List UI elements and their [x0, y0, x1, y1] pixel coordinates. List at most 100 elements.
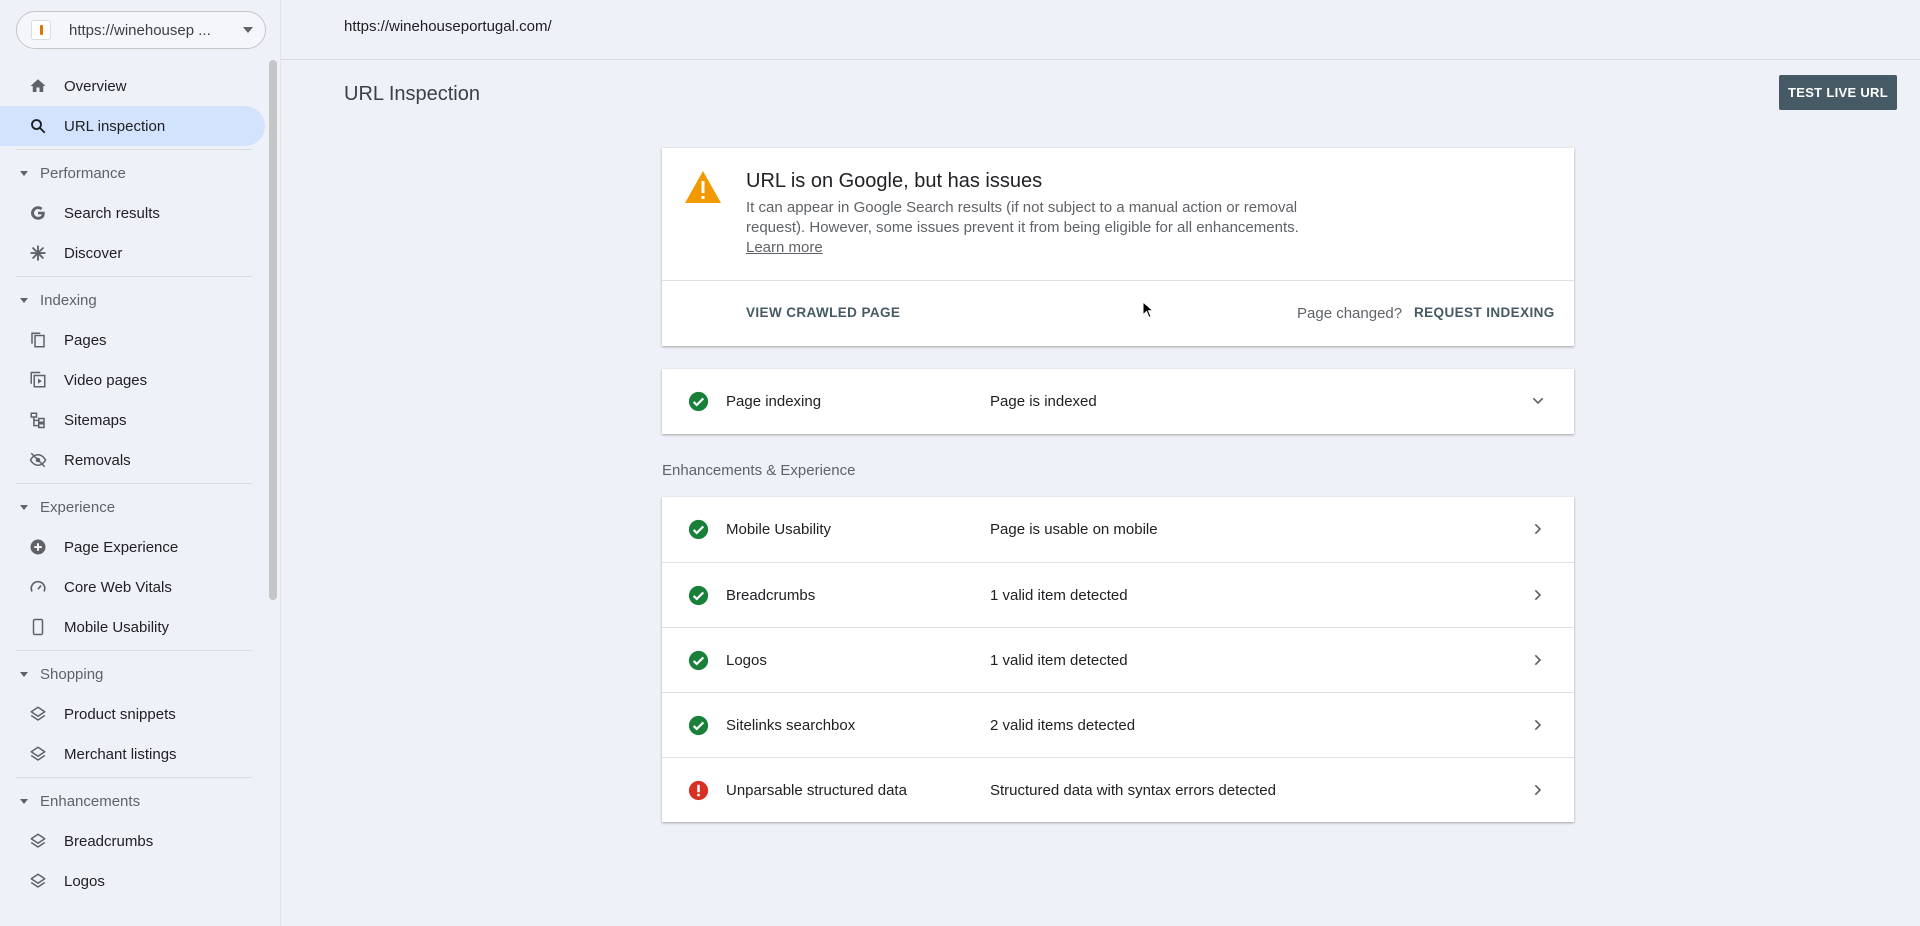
sidebar-item-merchant-listings[interactable]: Merchant listings: [0, 734, 265, 774]
check-circle-icon: [688, 715, 709, 736]
sidebar-section-performance[interactable]: Performance: [0, 153, 265, 193]
section-title: Performance: [40, 164, 126, 182]
divider: [16, 650, 252, 651]
caret-down-icon: [20, 798, 28, 804]
row-label: Page indexing: [726, 393, 822, 410]
warning-icon: [685, 171, 721, 203]
sidebar-item-label: Breadcrumbs: [64, 832, 154, 850]
sidebar-item-removals[interactable]: Removals: [0, 440, 265, 480]
mouse-cursor-icon: [1142, 301, 1154, 319]
search-icon: [28, 116, 48, 136]
view-crawled-page-button[interactable]: VIEW CRAWLED PAGE: [746, 305, 900, 320]
sidebar-item-url-inspection[interactable]: URL inspection: [0, 106, 265, 146]
home-icon: [28, 76, 48, 96]
learn-more-link[interactable]: Learn more: [746, 239, 823, 256]
sidebar-section-shopping[interactable]: Shopping: [0, 654, 265, 694]
row-label: Breadcrumbs: [726, 586, 816, 604]
gauge-icon: [28, 577, 48, 597]
sidebar-item-label: Removals: [64, 451, 131, 469]
caret-down-icon: [20, 671, 28, 677]
property-label: https://winehousep ...: [69, 21, 211, 39]
section-title: Shopping: [40, 665, 104, 683]
sidebar-item-core-web-vitals[interactable]: Core Web Vitals: [0, 567, 265, 607]
row-value: Page is usable on mobile: [990, 521, 1158, 538]
enhancement-row-breadcrumbs[interactable]: Breadcrumbs 1 valid item detected: [662, 562, 1574, 627]
row-value: 2 valid items detected: [990, 716, 1136, 734]
page-changed-label: Page changed?: [1297, 305, 1403, 322]
caret-down-icon: [20, 170, 28, 176]
sidebar-item-search-results[interactable]: Search results: [0, 193, 265, 233]
sidebar-item-label: URL inspection: [64, 117, 166, 135]
sidebar-item-product-snippets[interactable]: Product snippets: [0, 694, 265, 734]
chevron-down-icon[interactable]: [1530, 393, 1546, 409]
sidebar-item-label: Logos: [64, 872, 105, 890]
error-circle-icon: [688, 780, 709, 801]
caret-down-icon: [20, 297, 28, 303]
video-pages-icon: [28, 370, 48, 390]
sidebar-item-mobile-usability[interactable]: Mobile Usability: [0, 607, 265, 647]
sidebar-item-video-pages[interactable]: Video pages: [0, 360, 265, 400]
chevron-right-icon[interactable]: [1530, 587, 1546, 603]
divider: [16, 483, 252, 484]
sidebar-scrollbar[interactable]: [269, 60, 277, 600]
sidebar-item-breadcrumbs[interactable]: Breadcrumbs: [0, 821, 265, 861]
sidebar-item-label: Page Experience: [64, 538, 179, 556]
phone-icon: [28, 617, 48, 637]
caret-down-icon: [20, 504, 28, 510]
property-favicon-icon: [31, 20, 51, 40]
url-bar: https://winehouseportugal.com/: [281, 0, 1920, 60]
property-selector[interactable]: https://winehousep ...: [16, 11, 266, 49]
row-value: Structured data with syntax errors detec…: [990, 781, 1276, 799]
request-indexing-button[interactable]: REQUEST INDEXING: [1414, 305, 1555, 320]
caret-down-icon: [243, 27, 253, 33]
sidebar-item-label: Discover: [64, 244, 123, 262]
sidebar-item-label: Mobile Usability: [64, 618, 170, 636]
enhancement-row-sitelinks-searchbox[interactable]: Sitelinks searchbox 2 valid items detect…: [662, 692, 1574, 757]
google-g-icon: [28, 203, 48, 223]
layers-icon: [28, 831, 48, 851]
eye-off-icon: [28, 450, 48, 470]
sidebar-item-label: Core Web Vitals: [64, 578, 172, 596]
enhancement-row-logos[interactable]: Logos 1 valid item detected: [662, 627, 1574, 692]
sidebar-item-label: Overview: [64, 77, 127, 95]
sidebar: https://winehousep ... Overview URL insp…: [0, 0, 280, 926]
sidebar-item-discover[interactable]: Discover: [0, 233, 265, 273]
enhancement-row-mobile-usability[interactable]: Mobile Usability Page is usable on mobil…: [662, 497, 1574, 562]
row-label: Logos: [726, 651, 767, 669]
layers-icon: [28, 871, 48, 891]
plus-circle-icon: [28, 537, 48, 557]
enhancement-row-unparsable-structured-data[interactable]: Unparsable structured data Structured da…: [662, 757, 1574, 822]
check-circle-icon: [688, 391, 709, 412]
check-circle-icon: [688, 585, 709, 606]
sidebar-item-logos[interactable]: Logos: [0, 861, 265, 901]
sidebar-section-indexing[interactable]: Indexing: [0, 280, 265, 320]
row-value: Page is indexed: [990, 393, 1097, 410]
sidebar-item-label: Merchant listings: [64, 745, 177, 763]
sidebar-item-label: Product snippets: [64, 705, 176, 723]
divider: [662, 280, 1574, 281]
chevron-right-icon[interactable]: [1530, 717, 1546, 733]
status-title: URL is on Google, but has issues: [746, 170, 1043, 192]
asterisk-icon: [28, 243, 48, 263]
page-indexing-card[interactable]: Page indexing Page is indexed: [662, 369, 1574, 434]
check-circle-icon: [688, 519, 709, 540]
sidebar-item-sitemaps[interactable]: Sitemaps: [0, 400, 265, 440]
chevron-right-icon[interactable]: [1530, 782, 1546, 798]
chevron-right-icon[interactable]: [1530, 652, 1546, 668]
chevron-right-icon[interactable]: [1530, 521, 1546, 537]
page-title: URL Inspection: [344, 83, 480, 105]
layers-icon: [28, 704, 48, 724]
sitemap-icon: [28, 410, 48, 430]
section-title: Enhancements: [40, 792, 141, 810]
page-indexing-row[interactable]: Page indexing Page is indexed: [662, 369, 1574, 434]
test-live-url-button[interactable]: TEST LIVE URL: [1779, 75, 1897, 110]
sidebar-item-pages[interactable]: Pages: [0, 320, 265, 360]
sidebar-section-enhancements[interactable]: Enhancements: [0, 781, 265, 821]
sidebar-item-page-experience[interactable]: Page Experience: [0, 527, 265, 567]
sidebar-item-overview[interactable]: Overview: [0, 66, 265, 106]
row-label: Sitelinks searchbox: [726, 716, 856, 734]
sidebar-section-experience[interactable]: Experience: [0, 487, 265, 527]
row-label: Unparsable structured data: [726, 781, 907, 799]
inspected-url[interactable]: https://winehouseportugal.com/: [344, 18, 552, 35]
pages-icon: [28, 330, 48, 350]
